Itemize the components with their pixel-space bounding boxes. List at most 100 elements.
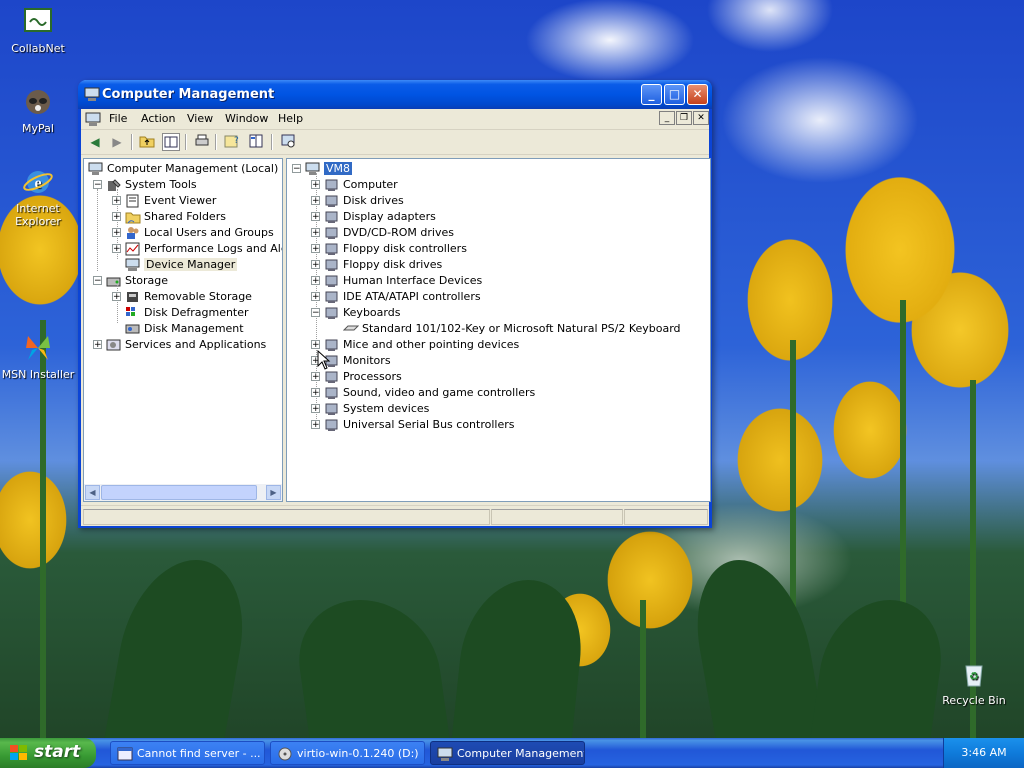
- cd-drive-icon: [277, 746, 293, 762]
- menu-window[interactable]: Window: [225, 112, 268, 125]
- expand-icon[interactable]: +: [311, 260, 320, 270]
- expand-icon[interactable]: +: [311, 388, 320, 398]
- disk-management-icon: [125, 322, 141, 336]
- device-category-processors[interactable]: Processors: [324, 369, 402, 385]
- device-category-monitors[interactable]: Monitors: [324, 353, 391, 369]
- tree-label: Mice and other pointing devices: [343, 338, 520, 351]
- device-category-disk-drives[interactable]: Disk drives: [324, 193, 404, 209]
- title-bar[interactable]: Computer Management _ □ ✕: [78, 80, 712, 109]
- tree-node-device-manager[interactable]: Device Manager: [125, 257, 238, 273]
- tree-label: Keyboards: [343, 306, 401, 319]
- desktop-icon-recycle-bin[interactable]: ♻ Recycle Bin: [936, 658, 1012, 707]
- desktop-icon-mypal[interactable]: MyPal: [0, 86, 76, 135]
- leaf: [684, 560, 826, 740]
- desktop-icon-collabnet[interactable]: CollabNet: [0, 6, 76, 55]
- desktop-icon-msn-installer[interactable]: MSN Installer: [0, 332, 76, 381]
- expand-icon[interactable]: +: [93, 340, 102, 350]
- tree-node-event-viewer[interactable]: Event Viewer: [125, 193, 216, 209]
- tree-label: Standard 101/102-Key or Microsoft Natura…: [362, 322, 681, 335]
- expand-icon[interactable]: +: [311, 228, 320, 238]
- desktop-icon-internet-explorer[interactable]: e Internet Explorer: [0, 166, 76, 228]
- scroll-left-arrow-icon[interactable]: ◀: [85, 485, 100, 500]
- menu-action[interactable]: Action: [141, 112, 175, 125]
- expand-icon[interactable]: +: [112, 212, 121, 222]
- close-button[interactable]: ✕: [687, 84, 708, 105]
- tree-node-shared-folders[interactable]: Shared Folders: [125, 209, 226, 225]
- device-category-floppy-disk-controllers[interactable]: Floppy disk controllers: [324, 241, 467, 257]
- scrollbar-thumb[interactable]: [101, 485, 257, 500]
- maximize-button[interactable]: □: [664, 84, 685, 105]
- services-icon: [106, 338, 122, 352]
- minimize-button[interactable]: _: [641, 84, 662, 105]
- expand-icon[interactable]: +: [311, 196, 320, 206]
- child-close-button[interactable]: ✕: [693, 111, 709, 125]
- expand-icon[interactable]: +: [311, 276, 320, 286]
- back-icon[interactable]: ◀: [86, 133, 104, 151]
- device-tree-pane[interactable]: − VM8 + Computer + Disk drives + Display adap…: [286, 158, 711, 502]
- horizontal-scrollbar[interactable]: ◀ ▶: [84, 484, 282, 501]
- help-icon[interactable]: ?: [223, 133, 241, 151]
- expand-icon[interactable]: +: [311, 212, 320, 222]
- expand-icon[interactable]: +: [112, 196, 121, 206]
- tree-node-removable-storage[interactable]: Removable Storage: [125, 289, 252, 305]
- print-icon[interactable]: [193, 133, 211, 151]
- device-tree-root[interactable]: VM8: [305, 161, 353, 177]
- device-keyboard-standard[interactable]: Standard 101/102-Key or Microsoft Natura…: [342, 321, 681, 337]
- device-category-ide-ata-atapi-controllers[interactable]: IDE ATA/ATAPI controllers: [324, 289, 481, 305]
- expand-icon[interactable]: +: [311, 292, 320, 302]
- desktop-icon-label: Recycle Bin: [942, 694, 1006, 707]
- collapse-icon[interactable]: −: [93, 276, 102, 286]
- taskbar-task-virtio-drive[interactable]: virtio-win-0.1.240 (D:): [270, 741, 425, 765]
- scroll-right-arrow-icon[interactable]: ▶: [266, 485, 281, 500]
- taskbar-task-browser[interactable]: Cannot find server - ...: [110, 741, 265, 765]
- expand-icon[interactable]: +: [311, 404, 320, 414]
- mmc-document-icon[interactable]: [85, 111, 101, 127]
- device-category-system-devices[interactable]: System devices: [324, 401, 429, 417]
- expand-icon[interactable]: +: [112, 228, 121, 238]
- taskbar-task-computer-management[interactable]: Computer Management: [430, 741, 585, 765]
- flower-stem: [640, 600, 646, 740]
- expand-icon[interactable]: +: [311, 420, 320, 430]
- browser-window-icon: [117, 746, 133, 762]
- tree-node-root[interactable]: Computer Management (Local): [88, 161, 278, 177]
- tree-node-performance-logs[interactable]: Performance Logs and Alerts: [125, 241, 282, 257]
- device-category-universal-serial-bus-controllers[interactable]: Universal Serial Bus controllers: [324, 417, 514, 433]
- collapse-icon[interactable]: −: [292, 164, 301, 174]
- expand-icon[interactable]: +: [311, 244, 320, 254]
- device-category-sound-video-and-game-controllers[interactable]: Sound, video and game controllers: [324, 385, 535, 401]
- menu-view[interactable]: View: [187, 112, 213, 125]
- expand-icon[interactable]: +: [112, 292, 121, 302]
- menu-file[interactable]: File: [109, 112, 127, 125]
- forward-icon[interactable]: ▶: [108, 133, 126, 151]
- device-category-computer[interactable]: Computer: [324, 177, 398, 193]
- menu-help[interactable]: Help: [278, 112, 303, 125]
- device-category-mice-and-other-pointing-devices[interactable]: Mice and other pointing devices: [324, 337, 519, 353]
- device-category-keyboards[interactable]: Keyboards: [324, 305, 400, 321]
- child-restore-button[interactable]: ❐: [676, 111, 692, 125]
- device-category-display-adapters[interactable]: Display adapters: [324, 209, 436, 225]
- show-hide-tree-icon[interactable]: [162, 133, 180, 151]
- system-tray[interactable]: 3:46 AM: [943, 738, 1024, 768]
- device-category-dvd-cd-rom-drives[interactable]: DVD/CD-ROM drives: [324, 225, 454, 241]
- expand-icon[interactable]: +: [311, 372, 320, 382]
- storage-icon: [106, 274, 122, 288]
- start-button[interactable]: start: [0, 738, 96, 768]
- tree-node-local-users-groups[interactable]: Local Users and Groups: [125, 225, 274, 241]
- expand-icon[interactable]: +: [311, 340, 320, 350]
- tree-node-storage[interactable]: Storage: [106, 273, 168, 289]
- expand-icon[interactable]: +: [112, 244, 121, 254]
- device-category-human-interface-devices[interactable]: Human Interface Devices: [324, 273, 482, 289]
- tree-node-disk-defragmenter[interactable]: Disk Defragmenter: [125, 305, 249, 321]
- collapse-icon[interactable]: −: [311, 308, 320, 318]
- properties-icon[interactable]: [247, 133, 265, 151]
- device-category-floppy-disk-drives[interactable]: Floppy disk drives: [324, 257, 442, 273]
- console-tree-pane[interactable]: Computer Management (Local) − System Too…: [83, 158, 283, 502]
- tree-node-services-applications[interactable]: Services and Applications: [106, 337, 266, 353]
- child-minimize-button[interactable]: _: [659, 111, 675, 125]
- expand-icon[interactable]: +: [311, 180, 320, 190]
- tree-node-system-tools[interactable]: System Tools: [106, 177, 197, 193]
- scan-hardware-icon[interactable]: [279, 133, 297, 151]
- tree-node-disk-management[interactable]: Disk Management: [125, 321, 244, 337]
- collapse-icon[interactable]: −: [93, 180, 102, 190]
- up-folder-icon[interactable]: [138, 133, 156, 151]
